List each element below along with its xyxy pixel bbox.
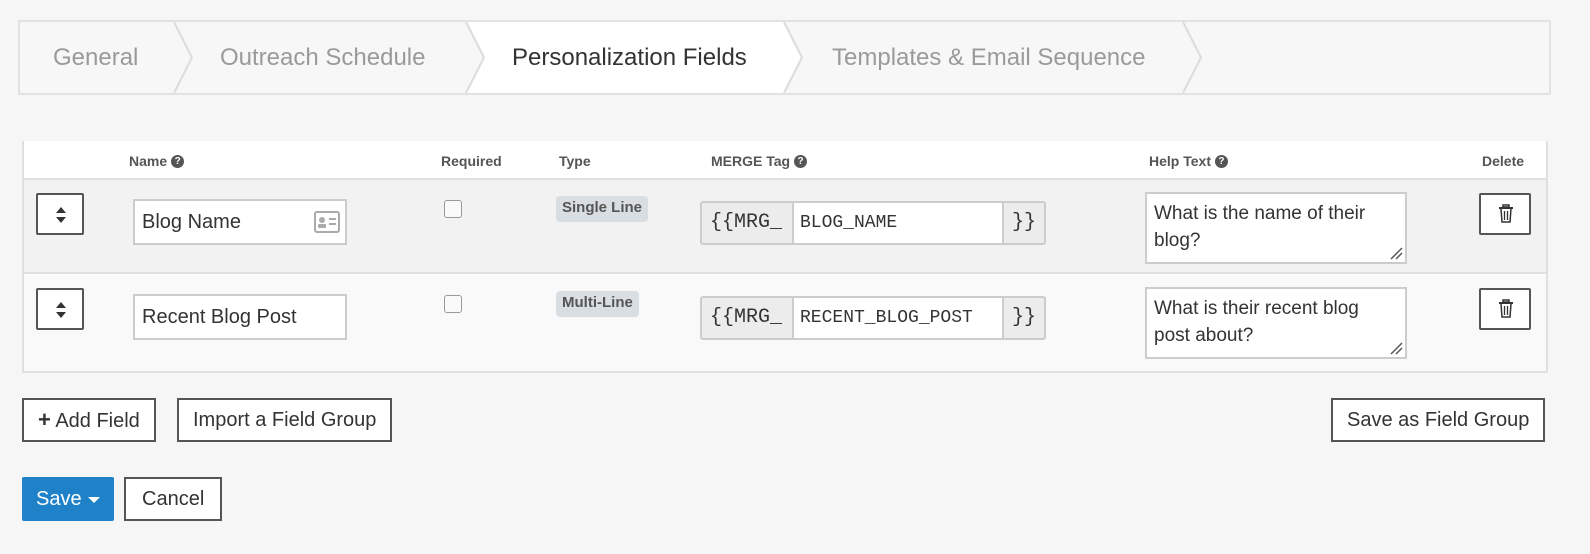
merge-tag-input[interactable]: BLOG_NAME bbox=[792, 201, 1004, 245]
trash-icon bbox=[1499, 299, 1513, 318]
reorder-button[interactable] bbox=[36, 193, 84, 235]
table-row: Blog Name Single Line {{MRG_ BLOG_NAME }… bbox=[24, 178, 1546, 274]
merge-suffix: }} bbox=[1012, 306, 1037, 329]
resize-handle-icon[interactable] bbox=[1389, 246, 1403, 260]
caret-down-icon bbox=[87, 496, 100, 503]
step-personalization-fields[interactable]: Personalization Fields bbox=[512, 22, 747, 93]
merge-tag-input[interactable]: RECENT_BLOG_POST bbox=[792, 296, 1004, 340]
save-as-field-group-button[interactable]: Save as Field Group bbox=[1331, 398, 1546, 442]
sort-arrows-icon bbox=[56, 207, 66, 223]
reorder-button[interactable] bbox=[36, 288, 84, 330]
contact-card-icon bbox=[314, 211, 340, 233]
delete-button[interactable] bbox=[1479, 193, 1531, 235]
personalization-fields-table: Name ? Required Type MERGE Tag ? Help Te… bbox=[22, 141, 1548, 373]
merge-suffix: }} bbox=[1012, 211, 1037, 234]
step-outreach-schedule[interactable]: Outreach Schedule bbox=[220, 22, 425, 93]
step-general[interactable]: General bbox=[53, 22, 138, 93]
type-badge: Single Line bbox=[556, 196, 649, 222]
question-circle-icon[interactable]: ? bbox=[171, 154, 185, 168]
header-required: Required bbox=[441, 153, 502, 169]
trash-icon bbox=[1499, 204, 1513, 223]
type-badge: Multi-Line bbox=[556, 291, 639, 317]
sort-arrows-icon bbox=[56, 302, 66, 318]
merge-tag-group: {{MRG_ RECENT_BLOG_POST }} bbox=[700, 296, 1046, 340]
add-field-button[interactable]: + Add Field bbox=[22, 398, 156, 442]
help-text-input[interactable]: What is their recent blog post about? bbox=[1145, 287, 1407, 359]
header-name: Name ? bbox=[129, 153, 185, 169]
merge-prefix: {{MRG_ bbox=[710, 306, 783, 329]
resize-handle-icon[interactable] bbox=[1389, 341, 1403, 355]
required-checkbox[interactable] bbox=[444, 295, 462, 313]
header-type: Type bbox=[559, 153, 591, 169]
plus-icon: + bbox=[38, 407, 51, 432]
header-merge-tag: MERGE Tag ? bbox=[711, 153, 808, 169]
delete-button[interactable] bbox=[1479, 288, 1531, 330]
field-name-input[interactable]: Recent Blog Post bbox=[133, 294, 347, 340]
wizard-steps: General Outreach Schedule Personalizatio… bbox=[18, 20, 1551, 95]
import-field-group-button[interactable]: Import a Field Group bbox=[177, 398, 393, 442]
help-text-input[interactable]: What is the name of their blog? bbox=[1145, 192, 1407, 264]
header-help-text: Help Text ? bbox=[1149, 153, 1228, 169]
merge-tag-group: {{MRG_ BLOG_NAME }} bbox=[700, 201, 1046, 245]
question-circle-icon[interactable]: ? bbox=[1214, 154, 1228, 168]
save-button[interactable]: Save bbox=[22, 477, 114, 521]
question-circle-icon[interactable]: ? bbox=[794, 154, 808, 168]
cancel-button[interactable]: Cancel bbox=[124, 477, 223, 521]
header-delete: Delete bbox=[1482, 153, 1525, 169]
step-templates-email-sequence[interactable]: Templates & Email Sequence bbox=[832, 22, 1146, 93]
required-checkbox[interactable] bbox=[444, 200, 462, 218]
merge-prefix: {{MRG_ bbox=[710, 211, 783, 234]
table-row: Recent Blog Post Multi-Line {{MRG_ RECEN… bbox=[24, 275, 1546, 371]
